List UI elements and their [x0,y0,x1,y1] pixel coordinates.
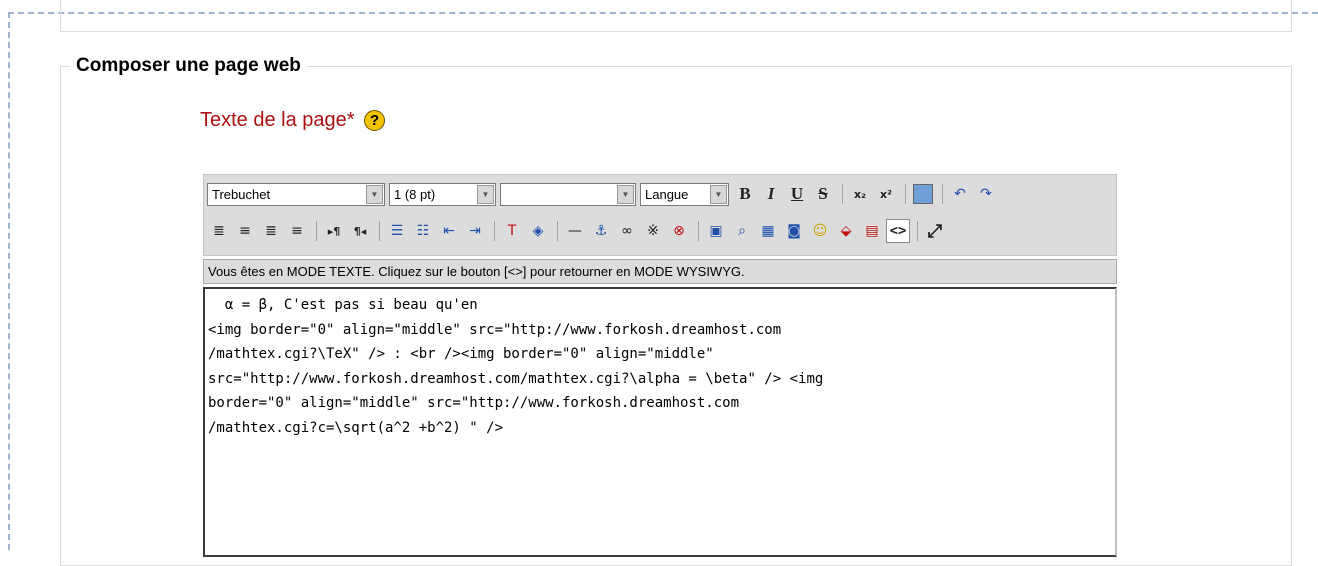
toolbar-separator [905,184,906,204]
page-text-label: Texte de la page* ? [200,109,386,132]
toolbar-separator [557,221,558,241]
spellcheck-button[interactable]: ⬙ [834,219,858,243]
toolbar-separator [942,184,943,204]
clean-html-button[interactable]: ▤ [860,219,884,243]
anchor-button[interactable]: ⚓ [589,219,613,243]
text-color-button[interactable]: T [500,219,524,243]
align-right-button[interactable]: ≣ [259,219,283,243]
bold-button[interactable]: B [733,182,757,206]
editor-toolbar: Trebuchet ▼ 1 (8 pt) ▼ ▼ Langue ▼ B I U … [203,174,1117,256]
word-paste-icon[interactable] [913,184,933,204]
format-select[interactable]: ▼ [500,182,636,206]
fieldset-legend: Composer une page web [70,55,307,77]
subscript-button[interactable]: x₂ [848,182,872,206]
page-text-label-text: Texte de la page* [200,109,355,131]
font-select-value: Trebuchet [212,186,271,202]
italic-button[interactable]: I [759,182,783,206]
toolbar-separator [917,221,918,241]
outdent-button[interactable]: ⇤ [437,219,461,243]
superscript-button[interactable]: x² [874,182,898,206]
insert-image-button[interactable]: ▣ [704,219,728,243]
insert-media-button[interactable]: ◙ [782,219,806,243]
link-button[interactable]: ∞ [615,219,639,243]
toolbar-row-2: ≣ ≡ ≣ ≡ ▸¶ ¶◂ ☰ ☷ ⇤ ⇥ T ◈ — ⚓ ∞ ※ ⊗ ▣ ⌕ … [204,215,949,247]
size-select[interactable]: 1 (8 pt) ▼ [389,182,496,206]
redo-button[interactable]: ↷ [974,182,998,206]
unlink-button[interactable]: ※ [641,219,665,243]
unordered-list-button[interactable]: ☷ [411,219,435,243]
search-replace-button[interactable]: ⌕ [730,219,754,243]
chevron-down-icon[interactable]: ▼ [366,184,383,204]
insert-table-button[interactable]: ▦ [756,219,780,243]
strikethrough-button[interactable]: S [811,182,835,206]
language-select-value: Langue [645,186,689,202]
align-left-button[interactable]: ≣ [207,219,231,243]
fullscreen-button[interactable]: ⤢ [923,219,947,243]
toolbar-separator [494,221,495,241]
chevron-down-icon[interactable]: ▼ [617,184,634,204]
chevron-down-icon[interactable]: ▼ [477,184,494,204]
toolbar-row-1: Trebuchet ▼ 1 (8 pt) ▼ ▼ Langue ▼ B I U … [204,178,1000,210]
underline-button[interactable]: U [785,182,809,206]
toolbar-separator [842,184,843,204]
size-select-value: 1 (8 pt) [394,186,436,202]
toolbar-separator [316,221,317,241]
chevron-down-icon[interactable]: ▼ [710,184,727,204]
indent-button[interactable]: ⇥ [463,219,487,243]
align-justify-button[interactable]: ≡ [285,219,309,243]
undo-button[interactable]: ↶ [948,182,972,206]
toolbar-separator [698,221,699,241]
horizontal-rule-button[interactable]: — [563,219,587,243]
background-color-button[interactable]: ◈ [526,219,550,243]
rtl-button[interactable]: ¶◂ [348,219,372,243]
dashed-frame-left [8,12,10,550]
font-select[interactable]: Trebuchet ▼ [207,182,385,206]
previous-section-box [60,0,1292,32]
smiley-button[interactable]: ☺ [808,219,832,243]
ltr-button[interactable]: ▸¶ [322,219,346,243]
html-source-toggle-button[interactable]: <> [886,219,910,243]
nolink-button[interactable]: ⊗ [667,219,691,243]
editor-status-bar: Vous êtes en MODE TEXTE. Cliquez sur le … [203,259,1117,284]
language-select[interactable]: Langue ▼ [640,182,729,206]
html-source-editor[interactable]: α = β, C'est pas si beau qu'en <img bord… [203,287,1117,557]
ordered-list-button[interactable]: ☰ [385,219,409,243]
align-center-button[interactable]: ≡ [233,219,257,243]
help-icon[interactable]: ? [364,110,386,132]
toolbar-separator [379,221,380,241]
